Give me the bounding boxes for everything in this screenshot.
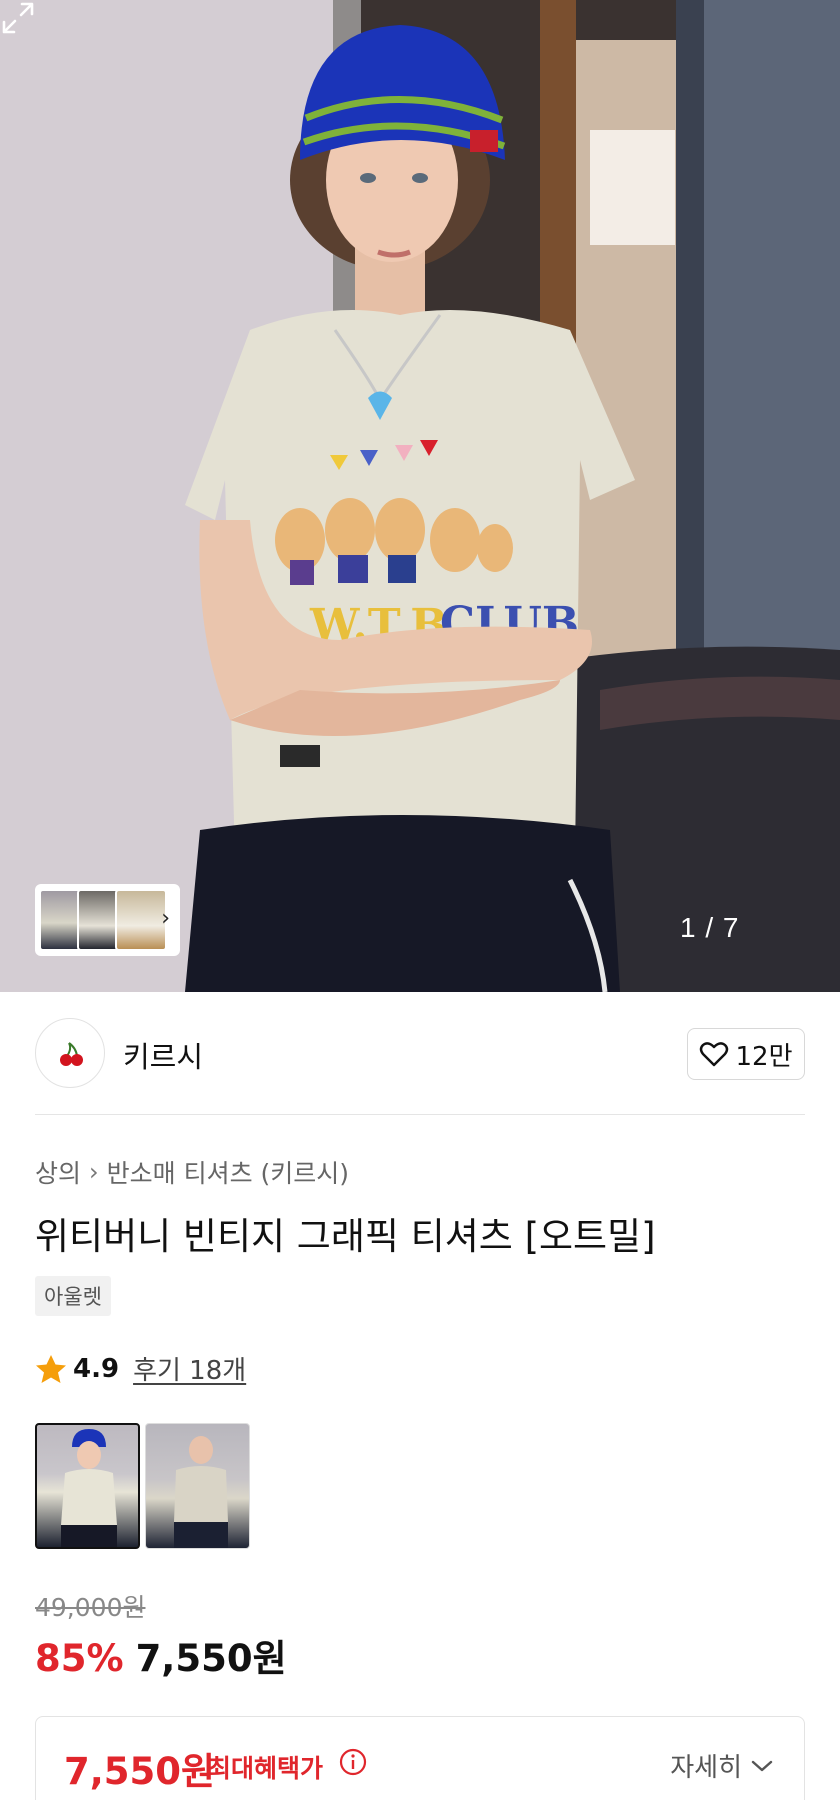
color-option-thumbnail[interactable]: [145, 1423, 250, 1549]
chevron-right-icon[interactable]: ›: [161, 906, 170, 931]
image-counter: 1 / 7: [680, 912, 740, 943]
details-toggle[interactable]: 자세히: [670, 1747, 774, 1784]
chevron-down-icon: [751, 1760, 773, 1771]
max-benefit-label: 최대혜택가: [208, 1754, 324, 1783]
product-title: 위티버니 빈티지 그래픽 티셔츠 [오트밀]: [35, 1215, 656, 1258]
breadcrumb-item[interactable]: 반소매 티셔츠 (키르시): [107, 1154, 349, 1190]
color-option-thumbnail[interactable]: [35, 1423, 140, 1549]
divider: [35, 1114, 805, 1115]
star-icon: [36, 1354, 66, 1383]
color-option-image: [61, 1429, 117, 1547]
breadcrumb-item[interactable]: 상의: [35, 1154, 81, 1190]
breadcrumb: 상의 › 반소매 티셔츠 (키르시): [35, 1154, 349, 1190]
expand-icon[interactable]: [0, 0, 36, 36]
gallery-thumb[interactable]: [115, 889, 167, 951]
sale-price: 7,550원: [135, 1637, 287, 1680]
info-icon[interactable]: [338, 1747, 368, 1777]
original-price: 49,000원: [35, 1593, 146, 1622]
brand-row: 키르시 12만: [35, 1018, 805, 1090]
heart-icon: [700, 1042, 729, 1067]
cherry-icon: [60, 1042, 83, 1066]
like-button[interactable]: 12만: [687, 1028, 805, 1080]
product-photo-illustration: W.T.B CLUB: [0, 0, 840, 992]
price-row: 85% 7,550원: [35, 1628, 287, 1682]
color-option-image: [174, 1436, 228, 1548]
outlet-badge: 아울렛: [35, 1276, 111, 1316]
gallery-thumbnail-strip[interactable]: ›: [35, 884, 180, 956]
rating-score: 4.9: [73, 1353, 120, 1384]
max-benefit-price: 7,550원: [64, 1750, 216, 1793]
discount-rate: 85%: [35, 1637, 124, 1680]
color-options: [35, 1423, 250, 1549]
like-count: 12만: [735, 1041, 793, 1072]
max-benefit-box[interactable]: 7,550원 최대혜택가 자세히: [35, 1716, 805, 1800]
review-count-link[interactable]: 후기 18개: [133, 1350, 246, 1387]
details-label: 자세히: [670, 1753, 742, 1783]
brand-name[interactable]: 키르시: [123, 1034, 203, 1076]
chevron-right-icon: ›: [89, 1158, 99, 1186]
rating-row: 4.9 후기 18개: [35, 1350, 246, 1387]
product-main-image[interactable]: W.T.B CLUB › 1 / 7: [0, 0, 840, 992]
brand-logo[interactable]: [35, 1018, 105, 1088]
